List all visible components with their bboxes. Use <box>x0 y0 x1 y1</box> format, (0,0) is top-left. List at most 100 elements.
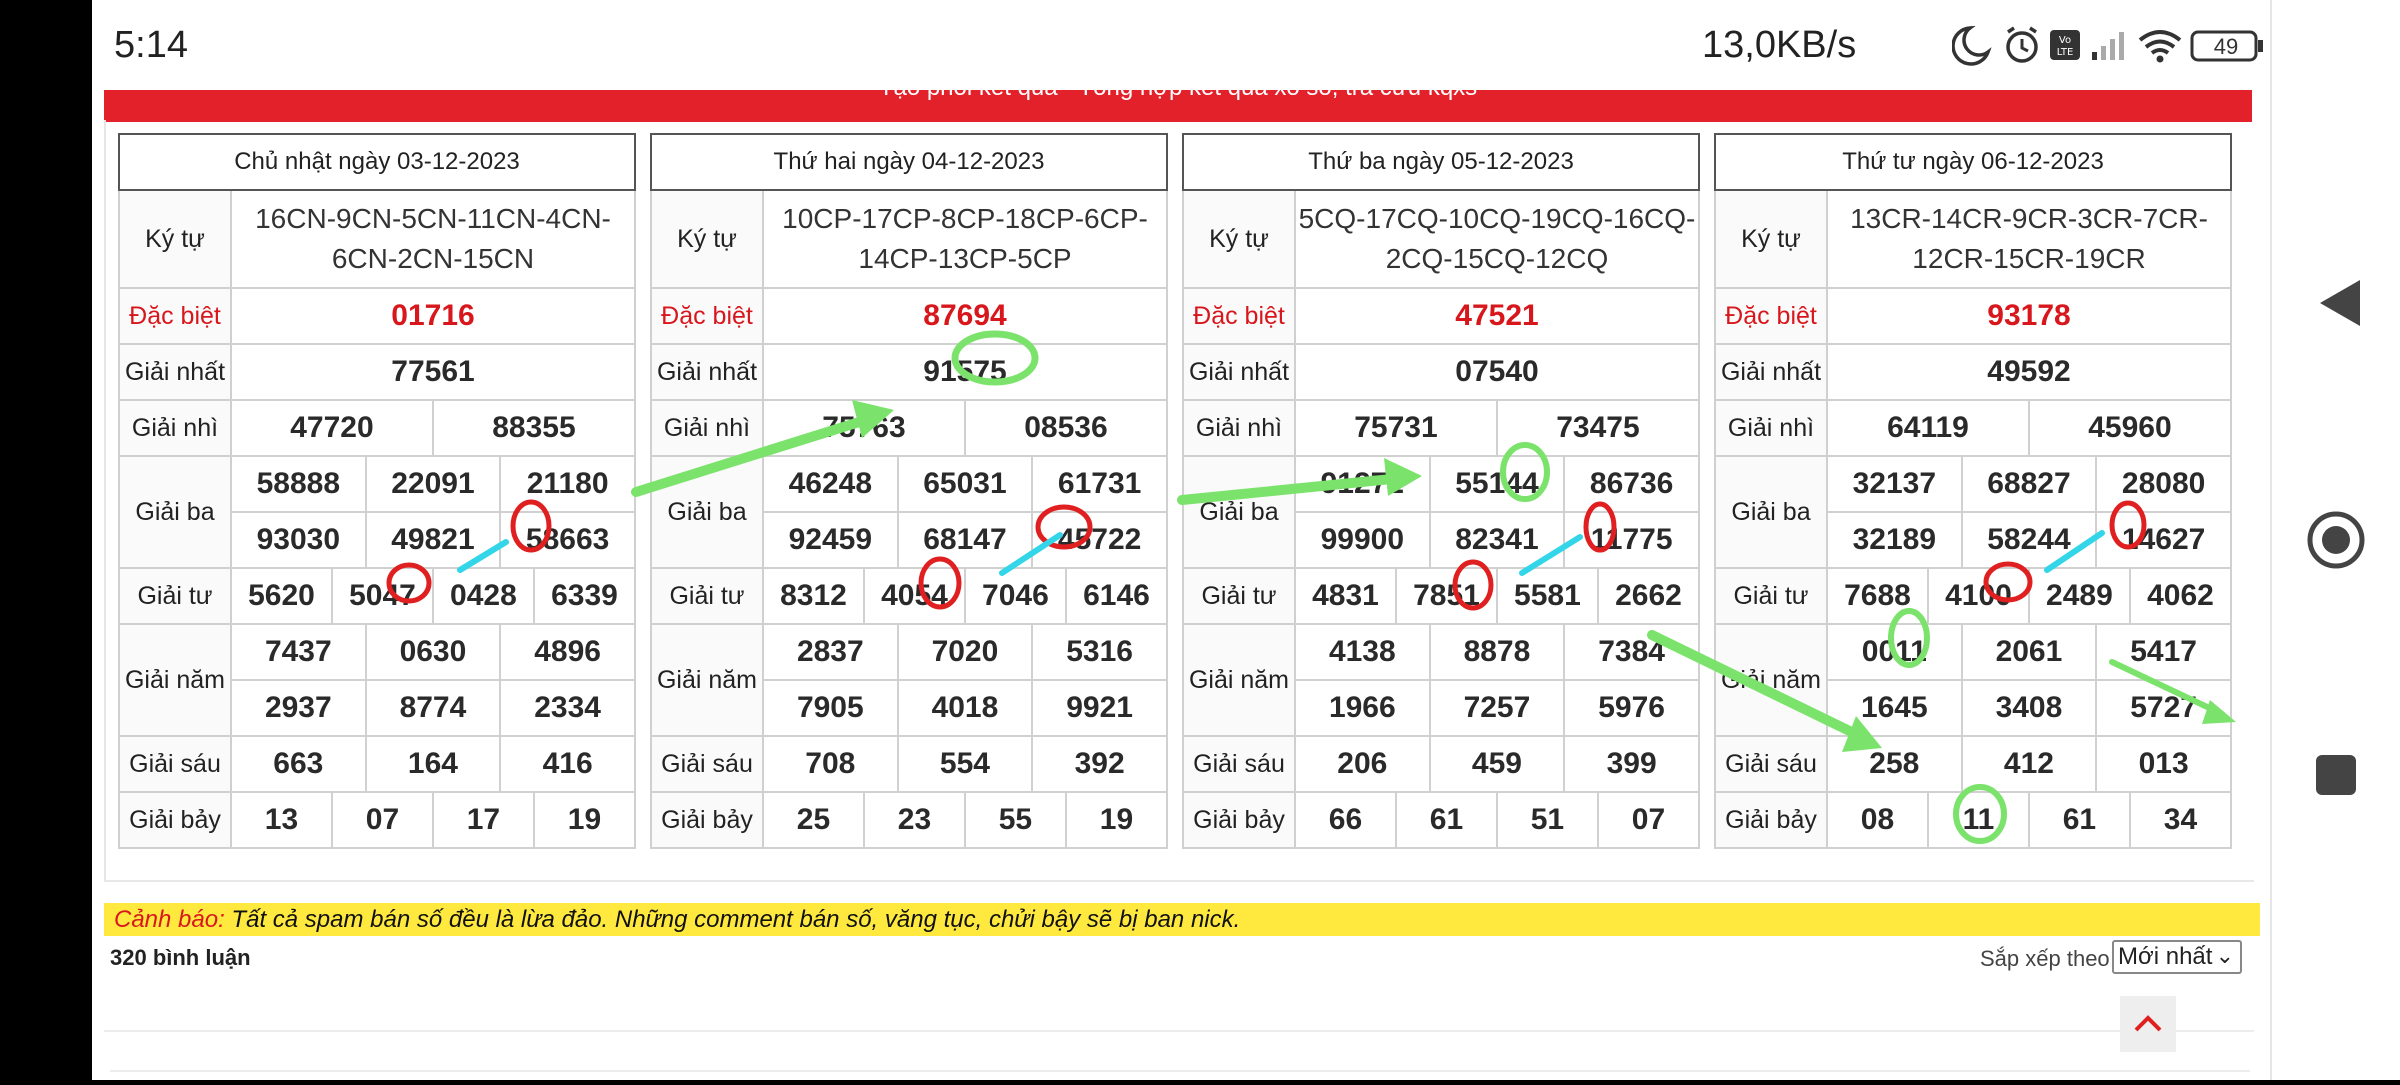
prize-1: 77561 <box>230 343 636 401</box>
prize-6: 206 <box>1294 735 1431 793</box>
prize-2: 75731 <box>1294 399 1498 457</box>
prize-7: 34 <box>2128 791 2233 849</box>
kytu-cell: 10CP-17CP-8CP-18CP-6CP- 14CP-13CP-5CP <box>762 189 1168 289</box>
prize-4: 8312 <box>762 567 865 625</box>
prize-6: 399 <box>1563 735 1700 793</box>
sort-select[interactable]: Mới nhất ⌄ <box>2112 940 2242 974</box>
label-g1: Giải nhất <box>1182 343 1296 401</box>
label-db: Đặc biệt <box>118 287 232 345</box>
prize-4: 2489 <box>2027 567 2131 625</box>
label-g6: Giải sáu <box>118 735 232 793</box>
prize-5: 3408 <box>1960 679 2098 737</box>
prize-5: 8878 <box>1428 623 1566 681</box>
prize-3: 61731 <box>1031 455 1168 513</box>
prize-5: 7384 <box>1563 623 1700 681</box>
prize-5: 5976 <box>1563 679 1700 737</box>
prize-5: 2937 <box>230 679 367 737</box>
prize-3: 82341 <box>1428 511 1566 569</box>
label-g1: Giải nhất <box>650 343 764 401</box>
prize-5: 9921 <box>1031 679 1168 737</box>
recents-icon[interactable] <box>2316 755 2356 795</box>
prize-3: 14627 <box>2095 511 2232 569</box>
prize-4: 5581 <box>1495 567 1599 625</box>
label-g5: Giải năm <box>1182 623 1296 737</box>
table-date: Thứ ba ngày 05-12-2023 <box>1182 133 1700 191</box>
prize-6: 392 <box>1031 735 1168 793</box>
navigation-bar <box>2270 0 2400 1080</box>
label-g3: Giải ba <box>650 455 764 569</box>
chevron-down-icon: ⌄ <box>2215 943 2234 968</box>
prize-7: 07 <box>330 791 434 849</box>
label-g3: Giải ba <box>1182 455 1296 569</box>
back-icon[interactable] <box>2320 280 2360 326</box>
prize-3: 55144 <box>1428 455 1566 513</box>
alarm-icon <box>2006 26 2038 63</box>
browser-screen: 5:14 13,0KB/s VoLTE 49 Tạo phôi kết quả … <box>92 0 2270 1080</box>
prize-7: 19 <box>1064 791 1169 849</box>
prize-5: 2837 <box>762 623 899 681</box>
prize-4: 4054 <box>862 567 966 625</box>
label-g3: Giải ba <box>118 455 232 569</box>
prize-2: 64119 <box>1826 399 2030 457</box>
prize-6: 663 <box>230 735 367 793</box>
prize-5: 2061 <box>1960 623 2098 681</box>
home-icon[interactable] <box>2307 511 2365 569</box>
prize-4: 5620 <box>230 567 333 625</box>
label-g2: Giải nhì <box>650 399 764 457</box>
prize-6: 412 <box>1960 735 2098 793</box>
prize-4: 5047 <box>330 567 434 625</box>
site-banner[interactable]: Tạo phôi kết quả - Tổng hợp kết quả xổ s… <box>104 90 2252 122</box>
label-g5: Giải năm <box>650 623 764 737</box>
scroll-top-button[interactable] <box>2120 996 2176 1052</box>
prize-5: 1966 <box>1294 679 1431 737</box>
prize-5: 4018 <box>896 679 1034 737</box>
prize-1: 07540 <box>1294 343 1700 401</box>
special-prize: 87694 <box>762 287 1168 345</box>
prize-4: 2662 <box>1596 567 1701 625</box>
result-table: Thứ hai ngày 04-12-2023 Ký tự 10CP-17CP-8… <box>650 133 1169 849</box>
prize-5: 0011 <box>1826 623 1963 681</box>
volte-icon: VoLTE <box>2050 30 2080 60</box>
signal-icon <box>2092 32 2124 60</box>
prize-6: 459 <box>1428 735 1566 793</box>
prize-5: 1645 <box>1826 679 1963 737</box>
clock: 5:14 <box>114 24 188 66</box>
label-kytu: Ký tự <box>1182 189 1296 289</box>
nav-buttons <box>2307 280 2365 795</box>
prize-3: 58663 <box>499 511 636 569</box>
prize-7: 51 <box>1495 791 1599 849</box>
battery-level: 49 <box>2213 34 2239 59</box>
label-db: Đặc biệt <box>1182 287 1296 345</box>
prize-4: 4100 <box>1926 567 2030 625</box>
prize-6: 416 <box>499 735 636 793</box>
prize-4: 4831 <box>1294 567 1397 625</box>
prize-7: 17 <box>431 791 535 849</box>
special-prize: 47521 <box>1294 287 1700 345</box>
sort-label: Sắp xếp theo <box>1980 946 2110 971</box>
prize-4: 4062 <box>2128 567 2233 625</box>
prize-3: 68827 <box>1960 455 2098 513</box>
label-db: Đặc biệt <box>650 287 764 345</box>
prize-5: 5316 <box>1031 623 1168 681</box>
prize-4: 7688 <box>1826 567 1929 625</box>
prize-5: 7905 <box>762 679 899 737</box>
prize-3: 32137 <box>1826 455 1963 513</box>
prize-2: 08536 <box>963 399 1169 457</box>
prize-7: 23 <box>862 791 966 849</box>
prize-3: 58244 <box>1960 511 2098 569</box>
prize-4: 6146 <box>1064 567 1169 625</box>
label-g2: Giải nhì <box>118 399 232 457</box>
label-g4: Giải tư <box>1182 567 1296 625</box>
label-g3: Giải ba <box>1714 455 1828 569</box>
prize-7: 19 <box>532 791 637 849</box>
prize-4: 7851 <box>1394 567 1498 625</box>
warning-bar: Cảnh báo: Tất cả spam bán số đều là lừa … <box>104 903 2260 936</box>
label-g4: Giải tư <box>1714 567 1828 625</box>
prize-5: 7257 <box>1428 679 1566 737</box>
divider <box>110 1070 2250 1072</box>
prize-3: 65031 <box>896 455 1034 513</box>
table-date: Thứ tư ngày 06-12-2023 <box>1714 133 2232 191</box>
prize-3: 91272 <box>1294 455 1431 513</box>
label-g7: Giải bảy <box>650 791 764 849</box>
status-bar: 5:14 13,0KB/s Vo LTE 49 <box>92 0 2270 92</box>
